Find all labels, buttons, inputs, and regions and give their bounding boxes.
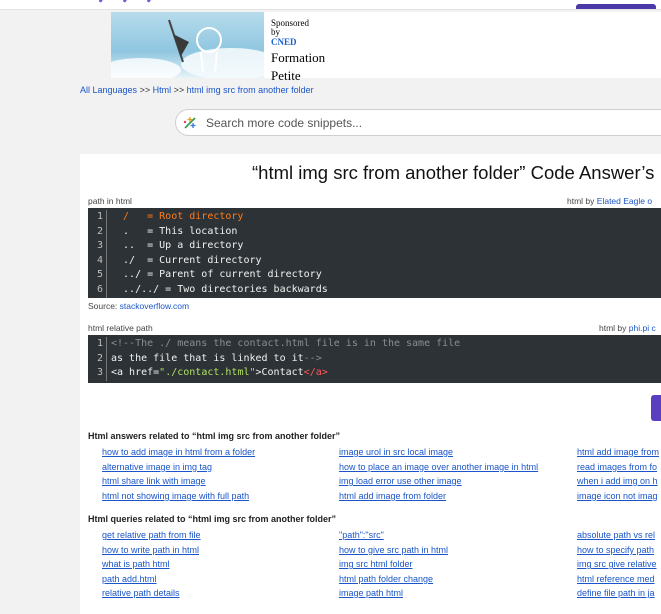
code-text: / = Root directory	[111, 211, 244, 222]
ad-text[interactable]: Sponsored by CNED Formation Petite	[271, 19, 325, 84]
breadcrumb-current[interactable]: html img src from another folder	[187, 85, 314, 95]
code-text: as the file that is linked to it	[111, 352, 304, 364]
code-line: 2 . = This location	[88, 224, 661, 240]
line-number: 1	[88, 337, 107, 352]
code-text: ../ = Parent of current directory	[111, 269, 322, 281]
related-query-link[interactable]: what is path html	[102, 559, 170, 569]
snippet1-source: Source: stackoverflow.com	[88, 301, 189, 311]
code-comment: <!--The ./ means the contact.html file i…	[111, 338, 461, 349]
related-query-link[interactable]: "path":"src"	[339, 530, 384, 540]
side-action-button[interactable]	[651, 395, 661, 421]
related-query-link[interactable]: how to write path in html	[102, 545, 199, 555]
ad-brand[interactable]: CNED	[271, 37, 325, 47]
line-number: 3	[88, 366, 107, 381]
code-tag-close: </a>	[303, 367, 328, 379]
queries-heading: Html queries related to “html img src fr…	[88, 514, 337, 524]
breadcrumb-separator: >>	[139, 85, 151, 95]
related-query-link[interactable]: img src give relative	[577, 559, 657, 569]
breadcrumb-html[interactable]: Html	[153, 85, 172, 95]
code-tag-open: <a href=	[111, 367, 160, 379]
related-query-link[interactable]: how to give src path in html	[339, 545, 448, 555]
related-query-link[interactable]: html reference med	[577, 574, 655, 584]
snippet1-title[interactable]: path in html	[88, 196, 132, 206]
code-line: 4 ./ = Current directory	[88, 253, 661, 269]
code-text: . = This location	[111, 225, 238, 237]
code-string: "./contact.html"	[159, 367, 256, 379]
code-comment-end: -->	[303, 352, 322, 364]
top-nav-bar: ✓ ✓ ✓	[0, 0, 661, 10]
related-query-link[interactable]: define file path in ja	[577, 588, 655, 598]
related-answer-link[interactable]: html share link with image	[102, 476, 206, 486]
snippet1-code-block[interactable]: 1 / = Root directory 2 . = This location…	[88, 208, 661, 298]
ad-image[interactable]	[111, 12, 264, 78]
related-answer-link[interactable]: how to add image in html from a folder	[102, 447, 255, 457]
code-text: >Contact	[255, 367, 304, 379]
ad-title-line1[interactable]: Formation	[271, 50, 325, 65]
code-line: 1 <!--The ./ means the contact.html file …	[88, 337, 661, 352]
code-text: ../../ = Two directories backwards	[111, 283, 328, 295]
ad-by-label: by	[271, 27, 280, 37]
related-query-link[interactable]: absolute path vs rel	[577, 530, 655, 540]
snippet2-author-link[interactable]: phi.pi c	[629, 323, 656, 333]
ad-illustration	[111, 19, 264, 78]
code-line: 1 / = Root directory	[88, 210, 661, 225]
related-answer-link[interactable]: image icon not imag	[577, 491, 658, 501]
related-answer-link[interactable]: how to place an image over another image…	[339, 462, 538, 472]
line-number: 3	[88, 239, 107, 254]
code-line: 6 ../../ = Two directories backwards	[88, 282, 661, 298]
related-query-link[interactable]: html path folder change	[339, 574, 433, 584]
code-line: 3 .. = Up a directory	[88, 239, 661, 254]
snippet2-by-prefix: html by	[599, 323, 627, 333]
code-line: 2 as the file that is linked to it-->	[88, 351, 661, 367]
answers-heading: Html answers related to “html img src fr…	[88, 431, 341, 441]
line-number: 5	[88, 268, 107, 283]
related-query-link[interactable]: path add.html	[102, 574, 157, 584]
code-text: ./ = Current directory	[111, 254, 262, 266]
source-link[interactable]: stackoverflow.com	[120, 301, 189, 311]
related-query-link[interactable]: img src html folder	[339, 559, 413, 569]
snippet1-author-link[interactable]: Elated Eagle o	[597, 196, 652, 206]
code-line: 3 <a href="./contact.html">Contact</a>	[88, 366, 661, 381]
nav-button-fragment[interactable]	[576, 4, 656, 9]
related-answer-link[interactable]: read images from fo	[577, 462, 657, 472]
related-query-link[interactable]: relative path details	[102, 588, 180, 598]
snippet1-byline: html by Elated Eagle o	[567, 196, 652, 206]
code-line: 5 ../ = Parent of current directory	[88, 268, 661, 283]
related-query-link[interactable]: get relative path from file	[102, 530, 201, 540]
search-bar[interactable]	[175, 109, 661, 136]
line-number: 2	[88, 351, 107, 367]
code-text: .. = Up a directory	[111, 240, 244, 252]
line-number: 2	[88, 224, 107, 240]
related-answer-link[interactable]: html not showing image with full path	[102, 491, 249, 501]
related-answer-link[interactable]: html add image from	[577, 447, 659, 457]
line-number: 1	[88, 210, 107, 225]
sponsored-ad[interactable]: Sponsored by CNED Formation Petite	[111, 12, 661, 83]
line-number: 4	[88, 253, 107, 269]
ad-title-line2[interactable]: Petite	[271, 68, 325, 83]
snippet2-code-block[interactable]: 1 <!--The ./ means the contact.html file …	[88, 335, 661, 383]
related-answer-link[interactable]: img load error use other image	[339, 476, 462, 486]
related-answer-link[interactable]: when i add img on h	[577, 476, 658, 486]
line-number: 6	[88, 282, 107, 298]
breadcrumb-all-languages[interactable]: All Languages	[80, 85, 137, 95]
source-prefix: Source:	[88, 301, 118, 311]
related-answer-link[interactable]: alternative image in img tag	[102, 462, 212, 472]
snippet2-title[interactable]: html relative path	[88, 323, 153, 333]
snippet1-by-prefix: html by	[567, 196, 595, 206]
related-query-link[interactable]: image path html	[339, 588, 403, 598]
page-title: “html img src from another folder” Code …	[252, 162, 655, 183]
breadcrumb: All Languages >> Html >> html img src fr…	[80, 85, 314, 95]
sparkle-search-icon	[183, 117, 196, 129]
breadcrumb-separator: >>	[173, 85, 185, 95]
related-query-link[interactable]: how to specify path	[577, 545, 654, 555]
site-logo-fragment[interactable]: ✓ ✓ ✓	[96, 0, 161, 9]
related-answer-link[interactable]: image urol in src local image	[339, 447, 453, 457]
snippet2-byline: html by phi.pi c	[599, 323, 656, 333]
related-answer-link[interactable]: html add image from folder	[339, 491, 446, 501]
search-input[interactable]	[206, 113, 646, 133]
